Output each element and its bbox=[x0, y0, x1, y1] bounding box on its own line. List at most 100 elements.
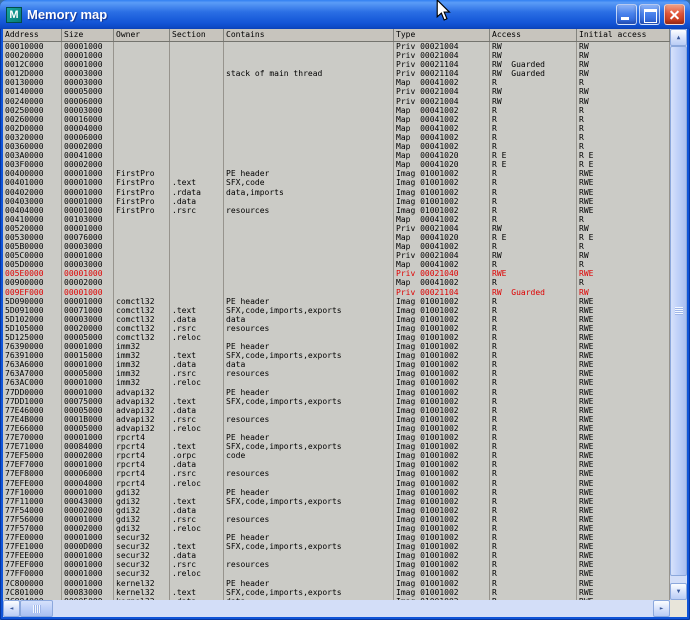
table-row[interactable]: 77DD100000075000advapi32.textSFX,code,im… bbox=[3, 397, 670, 406]
cell-address: 7C800000 bbox=[3, 579, 62, 588]
table-row[interactable]: 7C80000000001000kernel32PE headerImag 01… bbox=[3, 579, 670, 588]
table-row[interactable]: 7639100000015000imm32.textSFX,code,impor… bbox=[3, 351, 670, 360]
table-row[interactable]: 5D10200000003000comctl32.datadataImag 01… bbox=[3, 315, 670, 324]
table-row[interactable]: 763A700000005000imm32.rsrcresourcesImag … bbox=[3, 369, 670, 378]
table-row[interactable]: 77F5400000002000gdi32.dataImag 01001002R… bbox=[3, 506, 670, 515]
column-header-access[interactable]: Access bbox=[490, 29, 577, 41]
table-row[interactable]: 77F5700000002000gdi32.relocImag 01001002… bbox=[3, 524, 670, 533]
table-row[interactable]: 002D000000004000Map 00041002RR bbox=[3, 124, 670, 133]
table-row[interactable]: 763A600000001000imm32.datadataImag 01001… bbox=[3, 360, 670, 369]
column-header-size[interactable]: Size bbox=[62, 29, 114, 41]
table-row[interactable]: 0014000000005000Priv 00021004RWRW bbox=[3, 87, 670, 96]
vertical-scrollbar[interactable]: ▲ ▼ bbox=[670, 29, 687, 600]
cell-type: Imag 01001002 bbox=[394, 515, 490, 524]
table-row[interactable]: 0041000000103000Map 00041002RR bbox=[3, 215, 670, 224]
column-header-initial-access[interactable]: Initial access bbox=[577, 29, 670, 41]
table-row[interactable]: 7C80100000083000kernel32.textSFX,code,im… bbox=[3, 588, 670, 597]
table-row[interactable]: 77E4B0000001B000advapi32.rsrcresourcesIm… bbox=[3, 415, 670, 424]
table-row[interactable]: 77F1000000001000gdi32PE headerImag 01001… bbox=[3, 488, 670, 497]
table-row[interactable]: 77F1100000043000gdi32.textSFX,code,impor… bbox=[3, 497, 670, 506]
cell-address: 005E0000 bbox=[3, 269, 62, 278]
table-row[interactable]: 77E7100000084000rpcrt4.textSFX,code,impo… bbox=[3, 442, 670, 451]
table-row[interactable]: 0032000000006000Map 00041002RR bbox=[3, 133, 670, 142]
title-bar[interactable]: M Memory map bbox=[0, 0, 690, 29]
table-row[interactable]: 005B000000003000Map 00041002RR bbox=[3, 242, 670, 251]
table-row[interactable]: 77EF800000006000rpcrt4.rsrcresourcesImag… bbox=[3, 469, 670, 478]
table-row[interactable]: 77E4600000005000advapi32.dataImag 010010… bbox=[3, 406, 670, 415]
table-row[interactable]: 005E000000001000Priv 00021040RWERWE bbox=[3, 269, 670, 278]
cell-size: 00006000 bbox=[62, 97, 114, 106]
column-header-section[interactable]: Section bbox=[170, 29, 224, 41]
maximize-button[interactable] bbox=[639, 4, 660, 25]
memory-map-window-icon[interactable]: M bbox=[6, 7, 22, 23]
table-row[interactable]: 0002000000001000Priv 00021004RWRW bbox=[3, 51, 670, 60]
cell-owner bbox=[114, 215, 170, 224]
table-row[interactable]: 77EF500000002000rpcrt4.orpccodeImag 0100… bbox=[3, 451, 670, 460]
column-header-contains[interactable]: Contains bbox=[224, 29, 394, 41]
horizontal-scrollbar[interactable]: ◄ ► bbox=[3, 600, 670, 617]
column-header-address[interactable]: Address bbox=[3, 29, 62, 41]
table-row[interactable]: 77EFE00000004000rpcrt4.relocImag 0100100… bbox=[3, 479, 670, 488]
table-row[interactable]: 77FE10000000D000secur32.textSFX,code,imp… bbox=[3, 542, 670, 551]
minimize-button[interactable] bbox=[616, 4, 637, 25]
table-row[interactable]: 005C000000001000Priv 00021004RWRW bbox=[3, 251, 670, 260]
table-row[interactable]: 0040300000001000FirstPro.dataImag 010010… bbox=[3, 197, 670, 206]
table-row[interactable]: 0090000000002000Map 00041002RR bbox=[3, 278, 670, 287]
cell-contains: PE header bbox=[224, 533, 394, 542]
cell-address: 77E71000 bbox=[3, 442, 62, 451]
vertical-scroll-thumb[interactable] bbox=[670, 46, 687, 576]
table-row[interactable]: 0040100000001000FirstPro.textSFX,codeIma… bbox=[3, 178, 670, 187]
table-row[interactable]: 77FF000000001000secur32.relocImag 010010… bbox=[3, 569, 670, 578]
cell-size: 00076000 bbox=[62, 233, 114, 242]
table-row[interactable]: 763AC00000001000imm32.relocImag 01001002… bbox=[3, 378, 670, 387]
table-row[interactable]: 77EF700000001000rpcrt4.dataImag 01001002… bbox=[3, 460, 670, 469]
table-row[interactable]: 0040000000001000FirstProPE headerImag 01… bbox=[3, 169, 670, 178]
column-header-owner[interactable]: Owner bbox=[114, 29, 170, 41]
scroll-left-icon[interactable]: ◄ bbox=[3, 600, 20, 617]
scroll-right-icon[interactable]: ► bbox=[653, 600, 670, 617]
table-row[interactable]: 77FEF00000001000secur32.rsrcresourcesIma… bbox=[3, 560, 670, 569]
table-row[interactable]: 0025000000003000Map 00041002RR bbox=[3, 106, 670, 115]
cell-owner bbox=[114, 224, 170, 233]
table-row[interactable]: 7639000000001000imm32PE headerImag 01001… bbox=[3, 342, 670, 351]
table-row[interactable]: 005D000000003000Map 00041002RR bbox=[3, 260, 670, 269]
table-row[interactable]: 0012D00000003000stack of main threadPriv… bbox=[3, 69, 670, 78]
table-row[interactable]: 0052000000001000Priv 00021004RWRW bbox=[3, 224, 670, 233]
scroll-up-icon[interactable]: ▲ bbox=[670, 29, 687, 46]
table-row[interactable]: 77FEE00000001000secur32.dataImag 0100100… bbox=[3, 551, 670, 560]
table-row[interactable]: 77E6600000005000advapi32.relocImag 01001… bbox=[3, 424, 670, 433]
table-row[interactable]: 5D09100000071000comctl32.textSFX,code,im… bbox=[3, 306, 670, 315]
table-row[interactable]: 0012C00000001000Priv 00021104RW GuardedR… bbox=[3, 60, 670, 69]
table-row[interactable]: 0026000000016000Map 00041002RR bbox=[3, 115, 670, 124]
cell-contains: data bbox=[224, 360, 394, 369]
table-row[interactable]: 5D12500000005000comctl32.relocImag 01001… bbox=[3, 333, 670, 342]
table-row[interactable]: 5D09000000001000comctl32PE headerImag 01… bbox=[3, 297, 670, 306]
table-row[interactable]: 0040400000001000FirstPro.rsrcresourcesIm… bbox=[3, 206, 670, 215]
table-row[interactable]: 0036000000002000Map 00041002RR bbox=[3, 142, 670, 151]
cell-access: R bbox=[490, 397, 577, 406]
cell-size: 00001000 bbox=[62, 269, 114, 278]
horizontal-scroll-thumb[interactable] bbox=[20, 600, 53, 617]
table-row[interactable]: 0013000000003000Map 00041002RR bbox=[3, 78, 670, 87]
table-row[interactable]: 009EF00000001000Priv 00021104RW GuardedR… bbox=[3, 288, 670, 297]
horizontal-scroll-track[interactable] bbox=[20, 600, 653, 617]
table-row[interactable]: 77F5600000001000gdi32.rsrcresourcesImag … bbox=[3, 515, 670, 524]
table-row[interactable]: 0053000000076000Map 00041020R ER E bbox=[3, 233, 670, 242]
column-header-type[interactable]: Type bbox=[394, 29, 490, 41]
table-row[interactable]: 003F000000002000Map 00041020R ER E bbox=[3, 160, 670, 169]
table-row[interactable]: 0024000000006000Priv 00021004RWRW bbox=[3, 97, 670, 106]
table-row[interactable]: 0040200000001000FirstPro.rdatadata,impor… bbox=[3, 188, 670, 197]
table-row[interactable]: 77DD000000001000advapi32PE headerImag 01… bbox=[3, 388, 670, 397]
cell-section bbox=[170, 579, 224, 588]
table-row[interactable]: 0001000000001000Priv 00021004RWRW bbox=[3, 42, 670, 51]
cell-size: 00006000 bbox=[62, 469, 114, 478]
cell-access: R bbox=[490, 488, 577, 497]
close-button[interactable] bbox=[664, 4, 685, 25]
vertical-scroll-track[interactable] bbox=[670, 46, 687, 583]
scroll-down-icon[interactable]: ▼ bbox=[670, 583, 687, 600]
table-row[interactable]: 77E7000000001000rpcrt4PE headerImag 0100… bbox=[3, 433, 670, 442]
table-row[interactable]: 77FE000000001000secur32PE headerImag 010… bbox=[3, 533, 670, 542]
table-row[interactable]: 003A000000041000Map 00041020R ER E bbox=[3, 151, 670, 160]
cell-access: R bbox=[490, 178, 577, 187]
table-row[interactable]: 5D10500000020000comctl32.rsrcresourcesIm… bbox=[3, 324, 670, 333]
